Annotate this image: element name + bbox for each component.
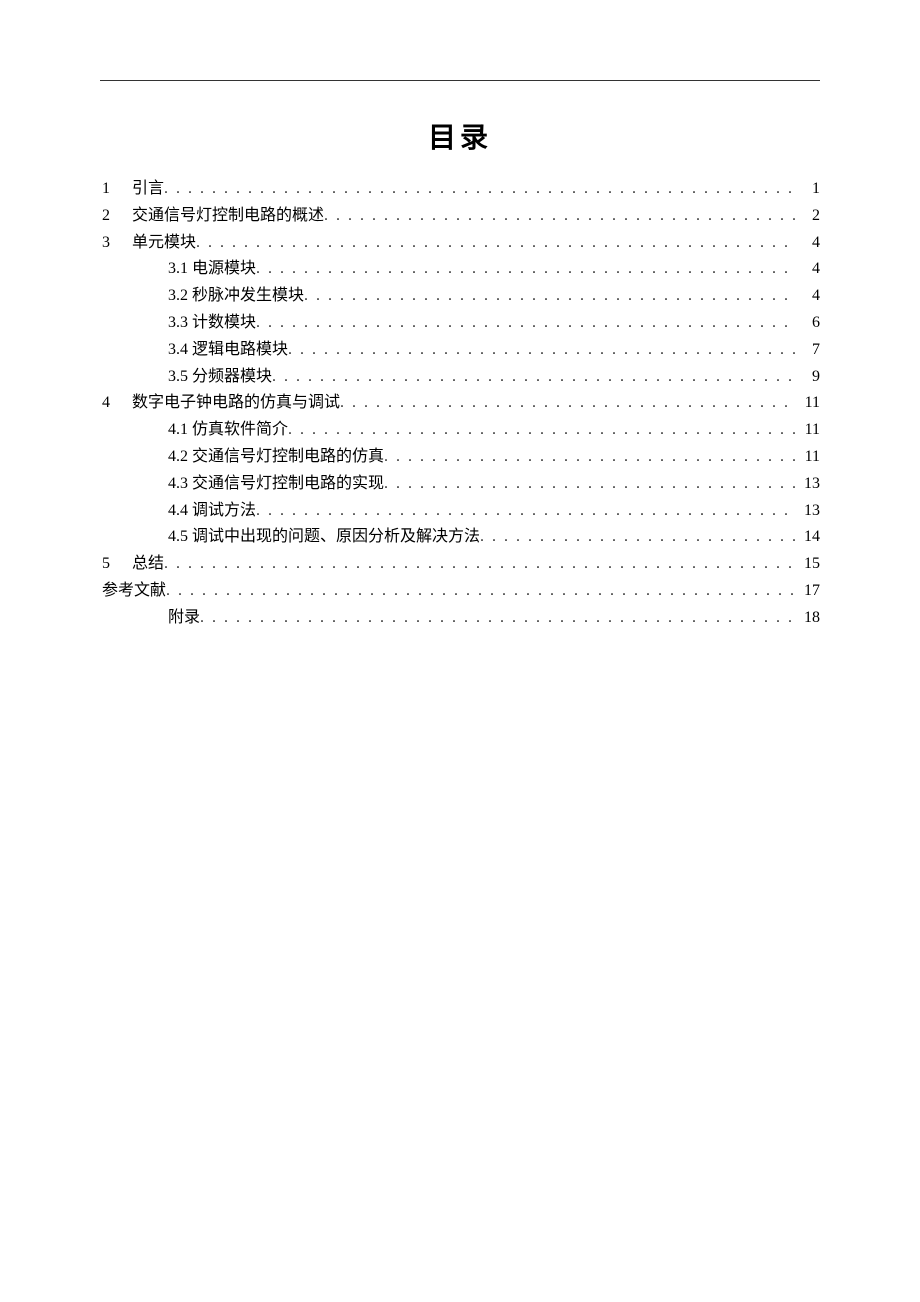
toc-list: 1引言. . . . . . . . . . . . . . . . . . .…: [100, 176, 820, 632]
toc-entry-label: 3.5 分频器模块: [132, 365, 272, 390]
toc-entry: 3.3 计数模块. . . . . . . . . . . . . . . . …: [100, 310, 820, 337]
toc-entry: 5总结. . . . . . . . . . . . . . . . . . .…: [100, 551, 820, 578]
toc-dot-leader: . . . . . . . . . . . . . . . . . . . . …: [196, 231, 796, 256]
toc-entry-number: [100, 338, 132, 363]
toc-dot-leader: . . . . . . . . . . . . . . . . . . . . …: [256, 257, 796, 282]
toc-dot-leader: . . . . . . . . . . . . . . . . . . . . …: [480, 525, 796, 550]
toc-entry-number: 4: [100, 391, 132, 416]
toc-entry: 4数字电子钟电路的仿真与调试. . . . . . . . . . . . . …: [100, 390, 820, 417]
toc-dot-leader: . . . . . . . . . . . . . . . . . . . . …: [166, 579, 796, 604]
toc-entry-label: 4.4 调试方法: [132, 499, 256, 524]
toc-entry: 3.4 逻辑电路模块. . . . . . . . . . . . . . . …: [100, 337, 820, 364]
toc-entry-page: 9: [796, 365, 820, 390]
toc-entry-label: 3.3 计数模块: [132, 311, 256, 336]
toc-entry-label: 总结: [132, 552, 164, 577]
toc-entry-page: 15: [796, 552, 820, 577]
toc-entry-number: [100, 418, 132, 443]
toc-dot-leader: . . . . . . . . . . . . . . . . . . . . …: [384, 445, 796, 470]
toc-entry-label: 交通信号灯控制电路的概述: [132, 204, 324, 229]
toc-dot-leader: . . . . . . . . . . . . . . . . . . . . …: [256, 311, 796, 336]
toc-entry-number: [100, 499, 132, 524]
toc-entry-number: [100, 472, 132, 497]
toc-entry: 4.3 交通信号灯控制电路的实现. . . . . . . . . . . . …: [100, 471, 820, 498]
toc-entry-label: 附录: [132, 606, 200, 631]
toc-entry-label: 数字电子钟电路的仿真与调试: [132, 391, 340, 416]
toc-entry-label: 引言: [132, 177, 164, 202]
toc-title: 目录: [100, 116, 820, 156]
toc-dot-leader: . . . . . . . . . . . . . . . . . . . . …: [256, 499, 796, 524]
toc-entry-page: 2: [796, 204, 820, 229]
toc-entry-number: [100, 311, 132, 336]
toc-entry-page: 7: [796, 338, 820, 363]
toc-dot-leader: . . . . . . . . . . . . . . . . . . . . …: [340, 391, 796, 416]
toc-entry-number: 2: [100, 204, 132, 229]
toc-entry-label: 4.3 交通信号灯控制电路的实现: [132, 472, 384, 497]
toc-dot-leader: . . . . . . . . . . . . . . . . . . . . …: [200, 606, 796, 631]
toc-entry-label: 4.2 交通信号灯控制电路的仿真: [132, 445, 384, 470]
toc-entry: 3.1 电源模块. . . . . . . . . . . . . . . . …: [100, 256, 820, 283]
toc-entry-page: 4: [796, 231, 820, 256]
toc-entry: 2交通信号灯控制电路的概述. . . . . . . . . . . . . .…: [100, 203, 820, 230]
toc-entry-page: 11: [796, 391, 820, 416]
toc-entry-number: [100, 606, 132, 631]
toc-entry: 附录. . . . . . . . . . . . . . . . . . . …: [100, 605, 820, 632]
toc-entry-page: 4: [796, 257, 820, 282]
toc-entry-page: 6: [796, 311, 820, 336]
toc-dot-leader: . . . . . . . . . . . . . . . . . . . . …: [324, 204, 796, 229]
toc-entry-number: [100, 445, 132, 470]
document-page: 目录 1引言. . . . . . . . . . . . . . . . . …: [0, 0, 920, 632]
toc-entry-number: [100, 284, 132, 309]
toc-entry-label: 4.1 仿真软件简介: [132, 418, 288, 443]
toc-entry-page: 4: [796, 284, 820, 309]
toc-entry-number: [100, 525, 132, 550]
toc-entry-label: 参考文献: [102, 579, 166, 604]
toc-entry: 4.4 调试方法. . . . . . . . . . . . . . . . …: [100, 498, 820, 525]
toc-entry: 参考文献. . . . . . . . . . . . . . . . . . …: [100, 578, 820, 605]
toc-entry: 4.5 调试中出现的问题、原因分析及解决方法. . . . . . . . . …: [100, 524, 820, 551]
toc-entry: 4.1 仿真软件简介. . . . . . . . . . . . . . . …: [100, 417, 820, 444]
toc-dot-leader: . . . . . . . . . . . . . . . . . . . . …: [288, 338, 796, 363]
toc-entry: 1引言. . . . . . . . . . . . . . . . . . .…: [100, 176, 820, 203]
toc-entry-label: 3.2 秒脉冲发生模块: [132, 284, 304, 309]
toc-dot-leader: . . . . . . . . . . . . . . . . . . . . …: [272, 365, 796, 390]
toc-entry-page: 13: [796, 472, 820, 497]
toc-entry: 3.2 秒脉冲发生模块. . . . . . . . . . . . . . .…: [100, 283, 820, 310]
toc-entry: 3单元模块. . . . . . . . . . . . . . . . . .…: [100, 230, 820, 257]
toc-entry-label: 单元模块: [132, 231, 196, 256]
toc-entry: 4.2 交通信号灯控制电路的仿真. . . . . . . . . . . . …: [100, 444, 820, 471]
toc-entry-page: 17: [796, 579, 820, 604]
toc-entry-number: 3: [100, 231, 132, 256]
toc-entry-page: 11: [796, 418, 820, 443]
toc-entry-label: 3.1 电源模块: [132, 257, 256, 282]
toc-dot-leader: . . . . . . . . . . . . . . . . . . . . …: [164, 177, 796, 202]
toc-entry: 3.5 分频器模块. . . . . . . . . . . . . . . .…: [100, 364, 820, 391]
toc-entry-number: 5: [100, 552, 132, 577]
toc-dot-leader: . . . . . . . . . . . . . . . . . . . . …: [384, 472, 796, 497]
toc-entry-page: 14: [796, 525, 820, 550]
toc-entry-label: 3.4 逻辑电路模块: [132, 338, 288, 363]
toc-dot-leader: . . . . . . . . . . . . . . . . . . . . …: [288, 418, 796, 443]
toc-entry-number: [100, 365, 132, 390]
toc-entry-page: 18: [796, 606, 820, 631]
toc-entry-number: 1: [100, 177, 132, 202]
toc-entry-label: 4.5 调试中出现的问题、原因分析及解决方法: [132, 525, 480, 550]
toc-entry-number: [100, 257, 132, 282]
toc-dot-leader: . . . . . . . . . . . . . . . . . . . . …: [304, 284, 796, 309]
toc-dot-leader: . . . . . . . . . . . . . . . . . . . . …: [164, 552, 796, 577]
toc-entry-page: 11: [796, 445, 820, 470]
horizontal-rule: [100, 80, 820, 81]
toc-entry-page: 1: [796, 177, 820, 202]
toc-entry-page: 13: [796, 499, 820, 524]
